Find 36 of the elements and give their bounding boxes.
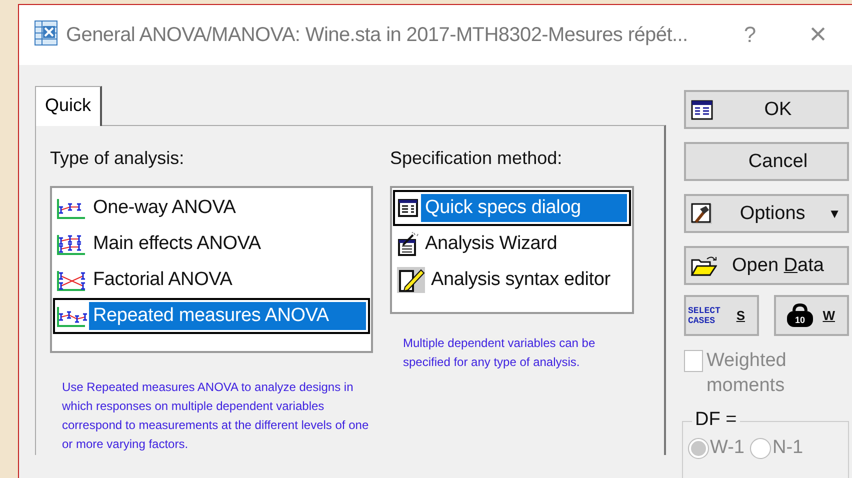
hint-text: Multiple dependent variables can be specified for any type of analysis. bbox=[403, 335, 596, 371]
radio-label: N-1 bbox=[772, 437, 804, 459]
hammer-icon bbox=[691, 202, 713, 224]
list-item[interactable]: Repeated measures ANOVA bbox=[89, 302, 366, 330]
open-button[interactable]: Open Data bbox=[684, 246, 849, 285]
list-item[interactable]: Factorial ANOVA bbox=[89, 266, 236, 294]
hint-text: Use Repeated measures ANOVA to analyze designs in which responses on multiple dependent variables correspond to measurements at the different levels of one or more varying factors. bbox=[62, 379, 370, 453]
list-item[interactable]: Analysis syntax editor bbox=[427, 266, 614, 294]
weight-button[interactable]: 10 W bbox=[774, 295, 849, 336]
table-icon bbox=[691, 100, 713, 120]
checkbox-label: Weighted moments bbox=[706, 349, 788, 398]
weight-icon bbox=[784, 302, 816, 328]
app-icon bbox=[34, 20, 58, 46]
chart-icon bbox=[57, 196, 87, 220]
chart-icon bbox=[57, 268, 87, 292]
wand-icon bbox=[397, 232, 419, 256]
tab[interactable]: Quick bbox=[35, 86, 102, 126]
folder-icon bbox=[691, 254, 717, 276]
pencil-icon bbox=[397, 267, 425, 293]
close-button[interactable]: × bbox=[788, 18, 848, 52]
section-label: Specification method: bbox=[390, 148, 564, 170]
ok-button[interactable]: OK bbox=[684, 90, 849, 129]
section-label: Type of analysis: bbox=[50, 148, 186, 170]
help-button[interactable]: ? bbox=[720, 22, 780, 48]
radio-label: W-1 bbox=[710, 437, 744, 459]
form-icon bbox=[397, 197, 419, 219]
list-item[interactable]: Analysis Wizard bbox=[421, 230, 562, 258]
plain-button[interactable]: Cancel bbox=[684, 142, 849, 181]
chart-icon bbox=[57, 304, 87, 328]
options-button[interactable]: Options ▼ bbox=[684, 194, 849, 233]
window-title: General ANOVA/MANOVA: Wine.sta in 2017-MTH8302-Mesures répét... bbox=[66, 24, 688, 46]
list-item[interactable]: Main effects ANOVA bbox=[89, 230, 265, 258]
list-item[interactable]: Quick specs dialog bbox=[421, 194, 627, 222]
chart-icon bbox=[57, 232, 87, 256]
list-item[interactable]: One-way ANOVA bbox=[89, 194, 240, 222]
select-cases-button[interactable]: SELECT CASES S bbox=[684, 295, 759, 336]
